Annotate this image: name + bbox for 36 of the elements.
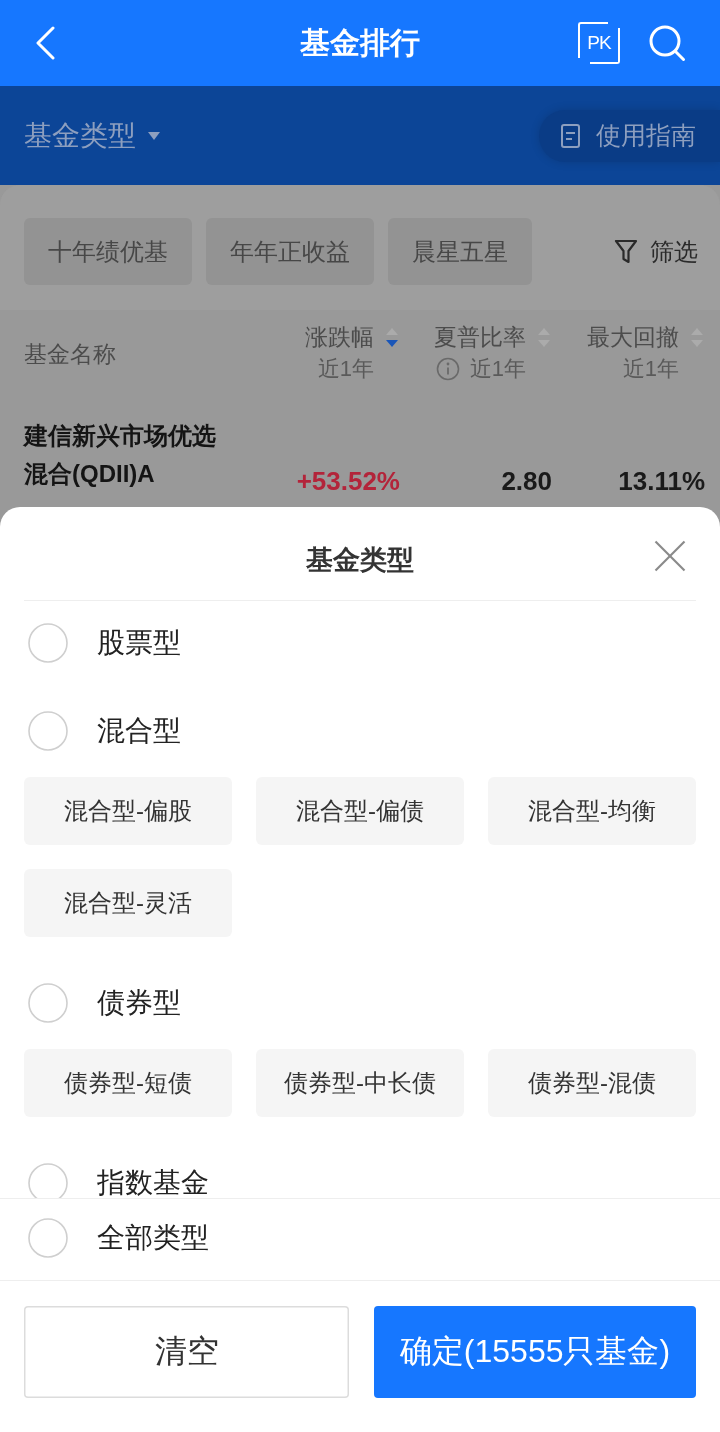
document-icon (561, 123, 580, 148)
page-title: 基金排行 (300, 25, 420, 61)
subtype-chip[interactable]: 混合型-偏债 (256, 777, 464, 845)
caret-icon (148, 131, 160, 140)
column-header: 基金名称 (24, 339, 116, 369)
category-option[interactable]: 混合型 (28, 711, 181, 751)
clear-button[interactable]: 清空 (24, 1306, 349, 1398)
subtype-chip[interactable]: 债券型-短债 (24, 1049, 232, 1117)
category-option[interactable]: 全部类型 (28, 1217, 209, 1258)
guide-button[interactable]: 使用指南 (539, 109, 720, 162)
category-option[interactable]: 股票型 (28, 623, 181, 663)
fund-name[interactable]: 建信新兴市场优选混合(QDII)A (24, 417, 234, 493)
subtype-chip[interactable]: 债券型-混债 (488, 1049, 696, 1117)
search-icon (648, 24, 686, 62)
close-icon (654, 539, 686, 572)
pk-button[interactable]: PK (578, 22, 620, 64)
period-label: 近1年 (317, 355, 374, 383)
subtype-chip[interactable]: 债券型-中长债 (256, 1049, 464, 1117)
category-option[interactable]: 债券型 (28, 983, 181, 1023)
confirm-button[interactable]: 确定(15555只基金) (374, 1306, 696, 1398)
subtype-chip[interactable]: 混合型-灵活 (24, 869, 232, 937)
period-label: 近1年 (469, 355, 526, 383)
funnel-icon (614, 238, 638, 265)
filter-button[interactable]: 筛选 (600, 218, 720, 285)
metric-value: +53.52% (296, 468, 400, 494)
close-button[interactable] (654, 539, 686, 572)
search-button[interactable] (648, 24, 686, 62)
chevron-left-icon (35, 26, 55, 60)
sheet-title: 基金类型 (306, 543, 414, 577)
subtype-chip[interactable]: 混合型-均衡 (488, 777, 696, 845)
subtype-chip[interactable]: 混合型-偏股 (24, 777, 232, 845)
metric-value: 13.11% (618, 468, 705, 494)
period-label: 近1年 (622, 355, 679, 383)
category-option[interactable]: 指数基金 (28, 1163, 209, 1198)
metric-value: 2.80 (501, 468, 552, 494)
back-button[interactable] (35, 26, 55, 60)
